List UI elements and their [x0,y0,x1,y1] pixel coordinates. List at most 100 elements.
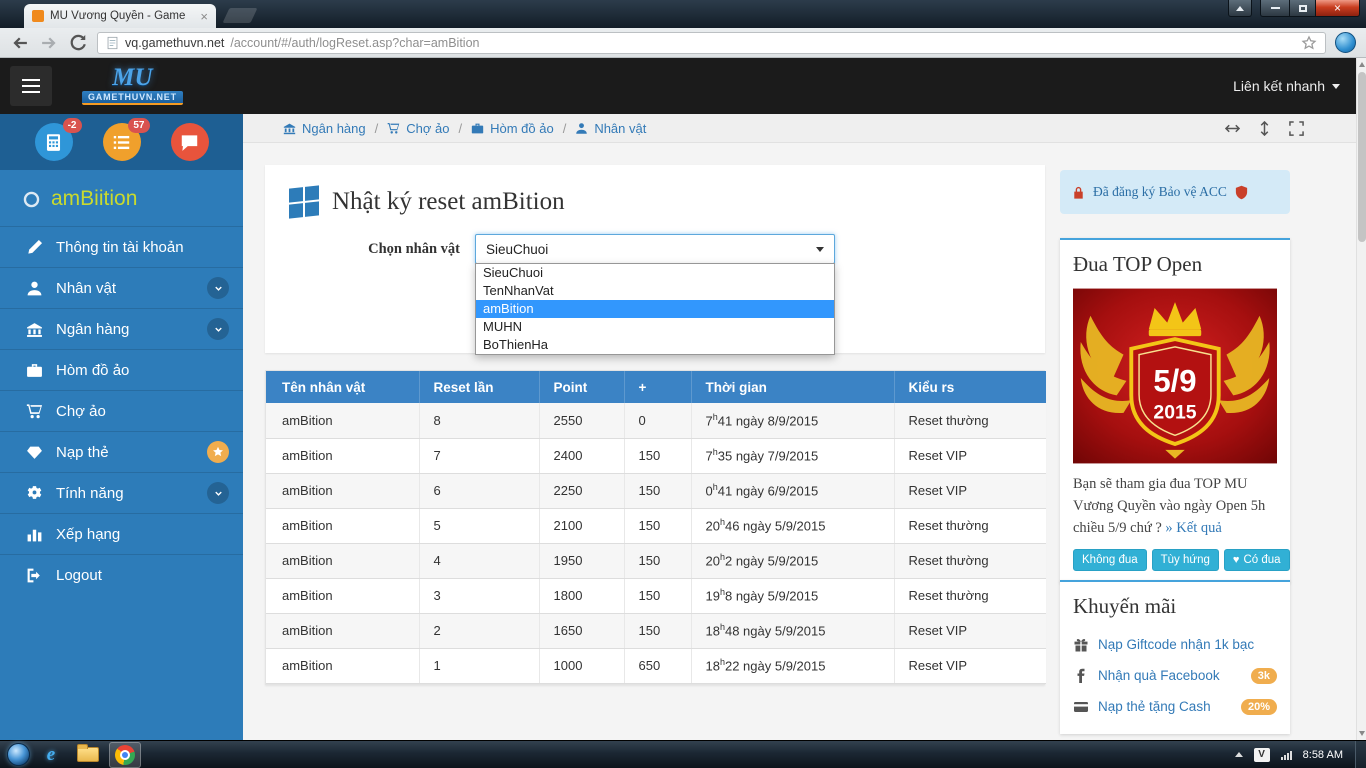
chevron-down-icon[interactable] [207,318,229,340]
star-badge-icon [207,441,229,463]
tray-expand-icon[interactable] [1235,752,1243,757]
promo-item[interactable]: Nhận quà Facebook3k [1073,660,1277,691]
cell-time: 19h8 ngày 5/9/2015 [691,578,894,613]
tab-title: MU Vương Quyền - Game [50,10,194,22]
forward-icon[interactable] [39,33,59,53]
refresh-icon[interactable] [68,33,88,53]
gift-icon [1073,637,1089,653]
hamburger-menu-icon[interactable] [10,66,52,106]
dropdown-option[interactable]: amBition [476,300,834,318]
card-icon [1073,699,1089,715]
result-link[interactable]: » Kết quả [1165,520,1221,536]
network-icon[interactable] [1281,750,1292,760]
ie-icon: e [47,744,55,766]
chat-button[interactable] [171,123,209,161]
windows-logo-icon [289,185,319,218]
breadcrumb-link[interactable]: Ngân hàng [283,121,366,136]
web-page: MU GAMETHUVN.NET Liên kết nhanh -2 57 am… [0,58,1366,740]
show-desktop-button[interactable] [1355,741,1366,768]
cell-name: amBition [266,613,419,648]
dropdown-option[interactable]: TenNhanVat [476,282,834,300]
taskbar-explorer-button[interactable] [72,742,104,768]
back-icon[interactable] [10,33,30,53]
fullscreen-icon[interactable] [1289,121,1304,136]
scrollbar-thumb[interactable] [1358,72,1366,242]
breadcrumb-link[interactable]: Hòm đồ ảo [471,121,554,136]
page-scrollbar[interactable] [1356,58,1366,740]
maximize-icon [1299,5,1307,12]
logout-icon [26,567,43,584]
top-race-banner: 5/9 2015 [1073,287,1277,465]
reset-log-table-body: amBition8255007h41 ngày 8/9/2015Reset th… [266,403,1046,683]
cell-type: Reset VIP [894,473,1046,508]
dropdown-option[interactable]: MUHN [476,318,834,336]
scroll-up-icon[interactable] [1359,62,1365,67]
breadcrumb-label: Hòm đồ ảo [490,121,554,136]
extension-icon[interactable] [1335,32,1356,53]
chevron-down-icon[interactable] [207,482,229,504]
sidebar-item-ranking[interactable]: Xếp hạng [0,513,243,554]
minimize-button[interactable] [1260,0,1289,17]
column-header: Kiểu rs [894,371,1046,403]
sidebar-item-features[interactable]: Tính năng [0,472,243,513]
arrows-horizontal-icon[interactable] [1225,121,1240,136]
clock[interactable]: 8:58 AM [1303,749,1343,761]
pin-window-button[interactable] [1228,0,1252,17]
reset-log-panel: Nhật ký reset amBition Chọn nhân vật Sie… [265,165,1045,353]
cart-icon [26,403,43,420]
calculator-button[interactable]: -2 [35,123,73,161]
sidebar-item-characters[interactable]: Nhân vật [0,267,243,308]
chevron-down-icon[interactable] [207,277,229,299]
breadcrumb-link[interactable]: Chợ ảo [387,121,449,136]
character-select[interactable]: SieuChuoi [475,234,835,264]
sidebar-item-virtual-chest[interactable]: Hòm đồ ảo [0,349,243,390]
cell-plus: 150 [624,438,691,473]
character-dropdown-list: SieuChuoiTenNhanVatamBitionMUHNBoThienHa [475,263,835,355]
cell-reset: 6 [419,473,539,508]
url-host: vq.gamethuvn.net [125,36,224,50]
address-bar[interactable]: vq.gamethuvn.net/account/#/auth/logReset… [97,32,1326,54]
site-logo[interactable]: MU GAMETHUVN.NET [82,68,183,105]
tasks-button[interactable]: 57 [103,123,141,161]
close-button[interactable]: × [1316,0,1360,17]
race-button-0[interactable]: Không đua [1073,549,1147,571]
arrows-vertical-icon[interactable] [1257,121,1272,136]
cell-reset: 2 [419,613,539,648]
browser-tab[interactable]: MU Vương Quyền - Game × [24,4,216,28]
account-protection-alert: Đã đăng ký Bảo vệ ACC [1060,170,1290,214]
taskbar-chrome-button[interactable] [109,742,141,768]
new-tab-button[interactable] [223,8,258,23]
scroll-down-icon[interactable] [1359,731,1365,736]
promo-item[interactable]: Nạp Giftcode nhận 1k bạc [1073,629,1277,660]
quick-links-menu[interactable]: Liên kết nhanh [1233,78,1340,94]
sidebar-item-logout[interactable]: Logout [0,554,243,595]
dropdown-option[interactable]: SieuChuoi [476,264,834,282]
bookmark-star-icon[interactable] [1301,35,1317,51]
sidebar-item-recharge[interactable]: Nạp thẻ [0,431,243,472]
character-select-value: SieuChuoi [486,242,548,257]
lock-icon [1071,185,1086,200]
taskbar-ie-button[interactable]: e [35,742,67,768]
sidebar-item-virtual-market[interactable]: Chợ ảo [0,390,243,431]
race-button-2[interactable]: ♥Có đua [1224,549,1290,571]
maximize-button[interactable] [1289,0,1316,17]
table-row: amBition1100065018h22 ngày 5/9/2015Reset… [266,648,1046,683]
reset-log-table-card: Tên nhân vậtReset lầnPoint+Thời gianKiểu… [265,370,1045,685]
race-button-1[interactable]: Tùy hứng [1152,549,1219,571]
dropdown-option[interactable]: BoThienHa [476,336,834,354]
tab-close-icon[interactable]: × [200,10,208,23]
cell-plus: 150 [624,508,691,543]
cell-name: amBition [266,543,419,578]
banner-year: 2015 [1153,402,1196,424]
cell-point: 2250 [539,473,624,508]
cell-name: amBition [266,403,419,438]
logo-secondary: GAMETHUVN.NET [82,91,183,105]
sidebar-item-account-info[interactable]: Thông tin tài khoản [0,226,243,267]
tray-app-icon[interactable]: V [1254,748,1270,762]
banner-date: 5/9 [1153,364,1196,399]
breadcrumb-link[interactable]: Nhân vật [575,121,646,136]
gears-icon [26,485,43,502]
promo-item[interactable]: Nạp thẻ tặng Cash20% [1073,691,1277,722]
start-button[interactable] [7,743,30,766]
sidebar-item-bank[interactable]: Ngân hàng [0,308,243,349]
